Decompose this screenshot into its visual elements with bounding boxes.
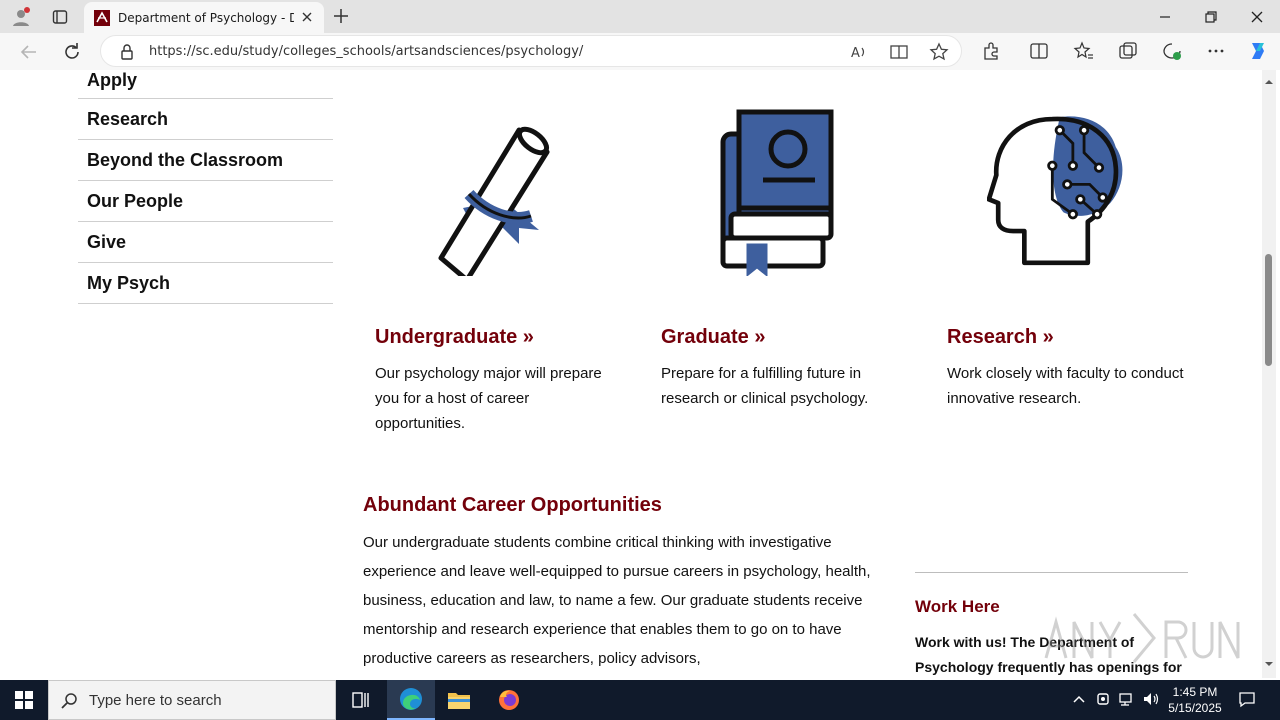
browser-essentials-icon[interactable]: [1161, 40, 1183, 62]
folder-icon: [448, 693, 470, 709]
tab-psychology[interactable]: Department of Psychology - Dep: [84, 2, 324, 33]
favorites-icon[interactable]: [1073, 40, 1095, 62]
windows-logo-icon: [15, 691, 33, 709]
taskbar-firefox[interactable]: [485, 680, 533, 720]
split-screen-icon[interactable]: [1028, 40, 1050, 62]
nav-item-give[interactable]: Give: [78, 222, 333, 263]
books-icon: [720, 109, 834, 276]
career-heading: Abundant Career Opportunities: [363, 494, 662, 516]
page-scrollbar[interactable]: [1262, 70, 1276, 678]
collections-icon[interactable]: [1117, 40, 1139, 62]
refresh-icon[interactable]: [61, 41, 83, 63]
close-tab-icon[interactable]: [300, 10, 314, 24]
browser-tab-strip: Department of Psychology - Dep: [0, 0, 1280, 33]
brain-circuit-icon: [987, 116, 1123, 266]
new-tab-icon[interactable]: [332, 7, 350, 25]
anyrun-watermark-logo: [1044, 613, 1240, 663]
feature-title-research[interactable]: Research »: [947, 326, 1054, 349]
section-nav: Apply Research Beyond the Classroom Our …: [78, 70, 333, 304]
nav-item-beyond-the-classroom[interactable]: Beyond the Classroom: [78, 140, 333, 181]
volume-icon[interactable]: [1142, 690, 1160, 708]
start-button[interactable]: [0, 680, 48, 720]
network-icon[interactable]: [1118, 690, 1136, 708]
windows-taskbar: Type here to search 1:45 PM 5/15/2025: [0, 680, 1280, 720]
work-here-heading[interactable]: Work Here: [915, 597, 1000, 617]
career-paragraph: Our undergraduate students combine criti…: [363, 534, 871, 667]
search-icon: [61, 693, 77, 709]
lock-icon[interactable]: [117, 42, 137, 62]
sidebar-divider: [915, 572, 1188, 573]
task-view-button[interactable]: [336, 680, 384, 720]
clock-date: 5/15/2025: [1168, 701, 1222, 715]
nav-item-our-people[interactable]: Our People: [78, 181, 333, 222]
taskbar-file-explorer[interactable]: [435, 680, 483, 720]
page-viewport: Apply Research Beyond the Classroom Our …: [4, 70, 1262, 678]
copilot-icon[interactable]: [1246, 40, 1268, 62]
firefox-icon: [499, 690, 519, 710]
svg-text:A: A: [851, 46, 860, 61]
extensions-icon[interactable]: [980, 40, 1002, 62]
defender-tray-icon[interactable]: [1094, 690, 1112, 708]
favorite-star-icon[interactable]: [929, 42, 949, 62]
task-view-icon: [352, 692, 369, 708]
taskbar-search[interactable]: Type here to search: [48, 680, 336, 720]
notifications-icon[interactable]: [1238, 690, 1256, 708]
taskbar-clock[interactable]: 1:45 PM 5/15/2025: [1160, 684, 1230, 716]
read-aloud-icon[interactable]: A: [849, 42, 869, 62]
close-window-icon[interactable]: [1246, 6, 1268, 28]
tab-title: Department of Psychology - Dep: [118, 10, 294, 25]
feature-text-research: Work closely with faculty to conduct inn…: [947, 365, 1184, 407]
immersive-reader-icon[interactable]: [889, 42, 909, 62]
feature-title-undergraduate[interactable]: Undergraduate »: [375, 326, 534, 349]
scroll-thumb[interactable]: [1265, 254, 1272, 366]
feature-text-graduate: Prepare for a fulfilling future in resea…: [661, 365, 869, 407]
taskbar-edge[interactable]: [387, 680, 435, 720]
more-options-icon[interactable]: [1205, 40, 1227, 62]
nav-item-apply[interactable]: Apply: [78, 70, 333, 99]
address-bar[interactable]: https://sc.edu/study/colleges_schools/ar…: [100, 35, 962, 67]
clock-time: 1:45 PM: [1172, 685, 1218, 699]
back-icon[interactable]: [18, 41, 40, 63]
nav-item-research[interactable]: Research: [78, 99, 333, 140]
nav-item-my-psych[interactable]: My Psych: [78, 263, 333, 304]
site-favicon-icon: [94, 9, 110, 26]
feature-title-graduate[interactable]: Graduate »: [661, 326, 765, 349]
url-text: https://sc.edu/study/colleges_schools/ar…: [149, 44, 584, 59]
restore-icon[interactable]: [1200, 6, 1222, 28]
scroll-down-icon[interactable]: [1265, 660, 1273, 668]
diploma-icon: [438, 126, 550, 276]
profile-icon[interactable]: [10, 6, 32, 28]
search-placeholder: Type here to search: [89, 692, 222, 709]
scroll-up-icon[interactable]: [1265, 78, 1273, 86]
show-hidden-icons-icon[interactable]: [1070, 690, 1088, 708]
browser-toolbar: https://sc.edu/study/colleges_schools/ar…: [0, 33, 1280, 70]
feature-text-undergraduate: Our psychology major will prepare you fo…: [375, 365, 602, 432]
edge-icon: [400, 688, 422, 710]
tab-actions-icon[interactable]: [49, 6, 71, 28]
minimize-icon[interactable]: [1154, 6, 1176, 28]
